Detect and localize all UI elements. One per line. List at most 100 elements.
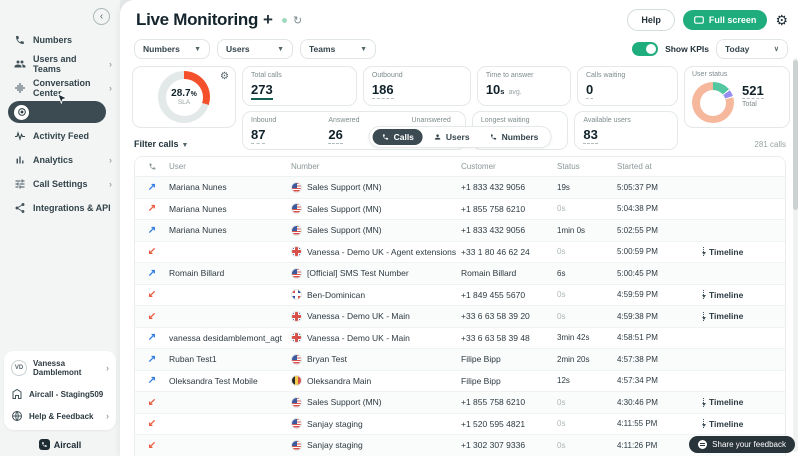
sidebar-item-analytics[interactable]: Analytics› [0,148,120,172]
row-user: Mariana Nunes [169,204,291,214]
row-status: 19s [557,183,617,192]
brand-label: Aircall [54,440,82,450]
settings-gear-icon[interactable]: ⚙ [775,13,788,27]
scrollbar-track[interactable] [793,58,798,452]
users-filter-dropdown[interactable]: Users▼ [217,39,293,59]
timeline-icon [703,290,704,299]
sla-settings-gear-icon[interactable]: ⚙ [220,71,229,82]
sidebar-company[interactable]: Aircall - Staging509 [11,388,109,400]
row-customer: +1 520 595 4821 [461,419,557,429]
table-row[interactable]: ↙ Sanjay staging +1 520 595 4821 0s 4:11… [135,414,785,436]
sidebar: ‹ NumbersUsers and Teams›Conversation Ce… [0,0,120,456]
row-status: 0s [557,419,617,428]
sidebar-item-label: Call Settings [33,179,88,189]
sidebar-collapse-button[interactable]: ‹ [93,8,110,25]
table-row[interactable]: ↙ Vanessa - Demo UK - Main +33 6 63 58 3… [135,306,785,328]
row-number: Bryan Test [307,354,347,364]
table-row[interactable]: ↙ Ben-Dominican +1 849 455 5670 0s 4:59:… [135,285,785,307]
teams-filter-dropdown[interactable]: Teams▼ [300,39,376,59]
table-row[interactable]: ↗ Mariana Nunes Sales Support (MN) +1 85… [135,199,785,221]
row-status: 2min 20s [557,355,617,364]
share-feedback-button[interactable]: Share your feedback [689,436,795,453]
kpi-calls-waiting: Calls waiting 0 [577,66,678,106]
sidebar-item-integrations-api[interactable]: Integrations & API [0,196,120,220]
scrollbar-thumb[interactable] [793,60,798,210]
row-customer: Romain Billard [461,268,557,278]
call-direction-icon: ↙ [135,440,169,451]
tab-numbers[interactable]: Numbers [481,129,548,145]
flag-icon [291,440,302,451]
row-status: 12s [557,376,617,385]
sidebar-user-profile[interactable]: VD Vanessa Damblemont › [11,359,109,378]
help-button[interactable]: Help [627,9,675,31]
sidebar-item-users-and-teams[interactable]: Users and Teams› [0,52,120,76]
chevron-down-icon: ▼ [194,46,201,53]
calls-table: User Number Customer Status Started at ↗… [134,156,786,456]
period-dropdown[interactable]: Today∨ [716,39,788,59]
sidebar-user-name: Vanessa Damblemont [33,359,100,378]
timeline-button[interactable]: Timeline [703,290,785,300]
timeline-icon [703,398,704,407]
sla-label: SLA [178,99,190,106]
timeline-button[interactable]: Timeline [703,247,785,257]
add-view-button[interactable]: + [263,10,273,30]
numbers-filter-dropdown[interactable]: Numbers▼ [134,39,210,59]
row-user: Mariana Nunes [169,182,291,192]
table-row[interactable]: ↙ Sales Support (MN) +1 855 758 6210 0s … [135,392,785,414]
table-row[interactable]: ↗ Romain Billard [Official] SMS Test Num… [135,263,785,285]
refresh-icon[interactable]: ↻ [293,14,302,27]
timeline-button[interactable]: Timeline [703,397,785,407]
timeline-label: Timeline [709,290,743,300]
table-row[interactable]: ↗ Mariana Nunes Sales Support (MN) +1 83… [135,177,785,199]
sidebar-item-activity-feed[interactable]: Activity Feed [0,124,120,148]
table-row[interactable]: ↗ vanessa desidamblemont_agt Vanessa - D… [135,328,785,350]
timeline-label: Timeline [709,311,743,321]
table-row[interactable]: ↗ Mariana Nunes Sales Support (MN) +1 83… [135,220,785,242]
row-user: Oleksandra Test Mobile [169,376,291,386]
call-direction-icon: ↗ [135,182,169,193]
call-direction-icon: ↙ [135,418,169,429]
row-status: 1min 0s [557,226,617,235]
app: ‹ NumbersUsers and Teams›Conversation Ce… [0,0,800,456]
user-status-total[interactable]: 521 [742,84,764,100]
timeline-button[interactable]: Timeline [703,419,785,429]
main-panel: Live Monitoring + ↻ Help Full screen ⚙ N… [120,0,800,456]
row-customer: +1 833 432 9056 [461,182,557,192]
row-number: Sales Support (MN) [307,225,382,235]
sidebar-help-feedback[interactable]: Help & Feedback › [11,410,109,422]
sidebar-item-call-settings[interactable]: Call Settings› [0,172,120,196]
avatar: VD [11,360,27,376]
show-kpis-toggle[interactable] [632,42,658,56]
chevron-right-icon: › [109,83,112,93]
row-started: 5:00:59 PM [617,247,703,256]
call-direction-icon: ↗ [135,354,169,365]
table-row[interactable]: ↙ Sanjay staging +1 302 307 9336 0s 4:11… [135,435,785,456]
full-screen-button[interactable]: Full screen [683,10,768,30]
speech-bubble-icon [698,440,707,449]
row-started: 4:11:55 PM [617,419,703,428]
timeline-button[interactable]: Timeline [703,311,785,321]
tab-users[interactable]: Users [425,129,479,145]
call-direction-icon: ↗ [135,225,169,236]
table-row[interactable]: ↗ Oleksandra Test Mobile Oleksandra Main… [135,371,785,393]
flag-icon [291,418,302,429]
table-row[interactable]: ↙ Vanessa - Demo UK - Agent extensions +… [135,242,785,264]
call-direction-icon: ↙ [135,246,169,257]
row-customer: +1 855 758 6210 [461,397,557,407]
sidebar-item-numbers[interactable]: Numbers [0,28,120,52]
filter-calls-button[interactable]: Filter calls▼ [134,139,188,149]
flag-icon [291,203,302,214]
tab-calls[interactable]: Calls [373,129,423,145]
flag-icon [291,289,302,300]
row-user: Mariana Nunes [169,225,291,235]
row-user: vanessa desidamblemont_agt [169,333,291,343]
row-number: Oleksandra Main [307,376,371,386]
show-kpis-label: Show KPIs [665,44,709,54]
table-row[interactable]: ↗ Ruban Test1 Bryan Test Filipe Bipp 2mi… [135,349,785,371]
row-status: 3min 42s [557,333,617,342]
flag-icon [291,182,302,193]
row-number: Ben-Dominican [307,290,365,300]
calls-count: 281 calls [754,140,786,149]
flag-icon [291,246,302,257]
row-status: 0s [557,290,617,299]
